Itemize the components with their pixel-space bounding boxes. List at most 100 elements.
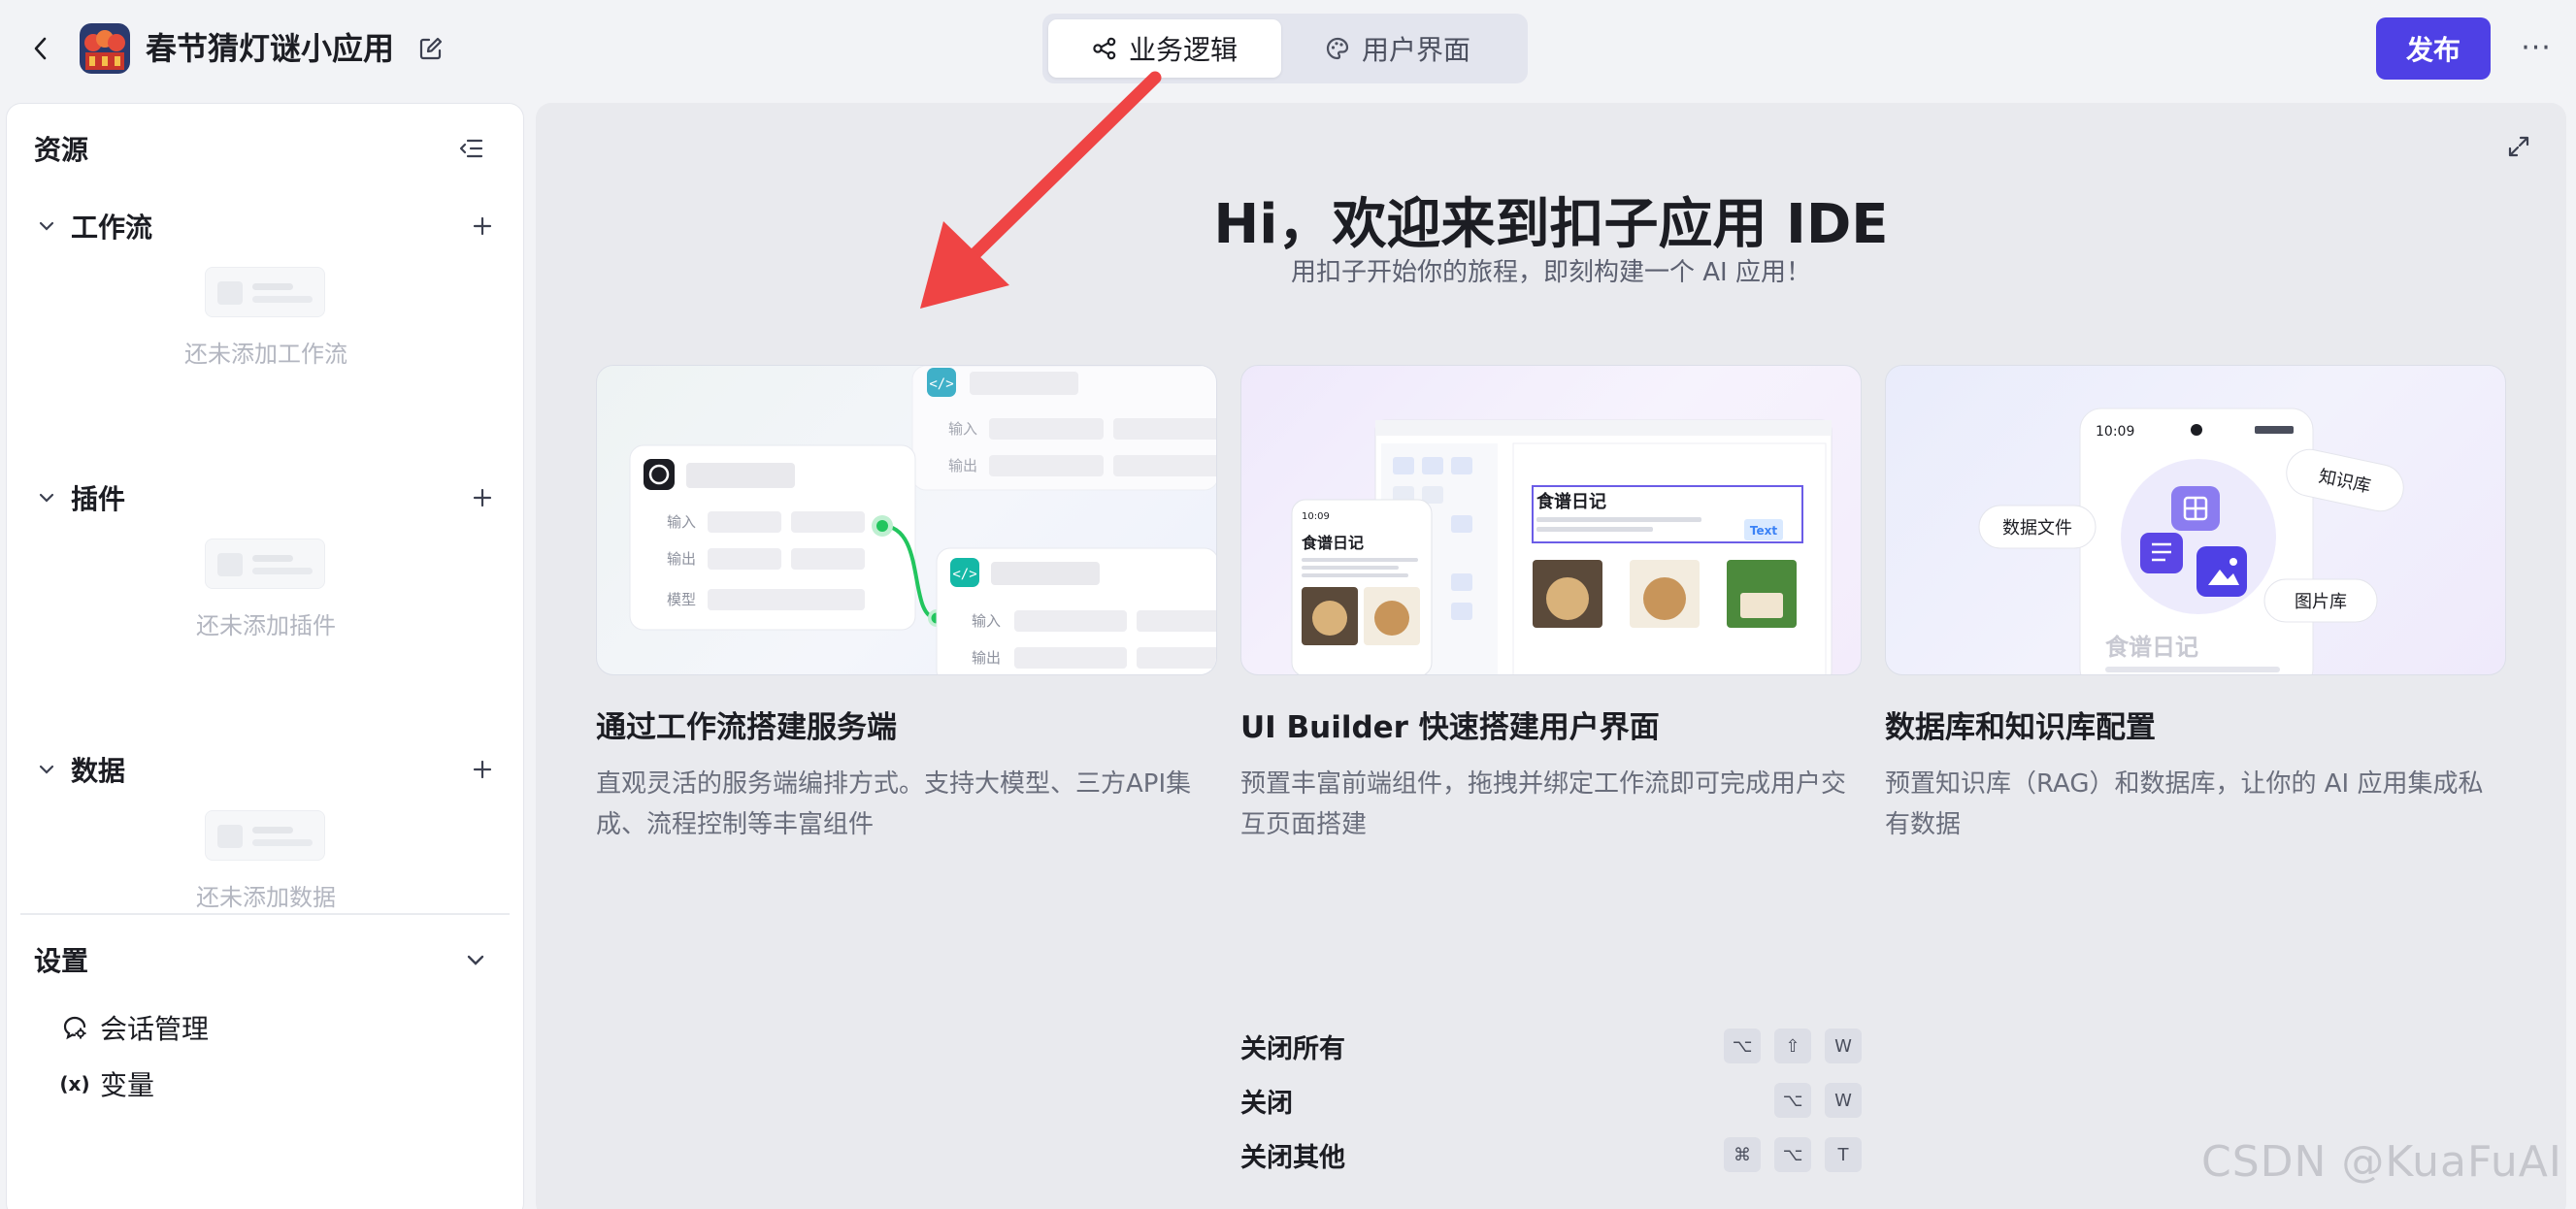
shortcut-row: 关闭所有 ⌥ ⇧ W: [1240, 1019, 1862, 1073]
back-button[interactable]: [27, 31, 54, 66]
card-description: 预置丰富前端组件，拖拽并绑定工作流即可完成用户交互页面搭建: [1240, 769, 1847, 839]
settings-item-label: 会话管理: [100, 1013, 210, 1045]
data-section: 数据 还未添加数据: [7, 750, 523, 913]
key-cap: W: [1825, 1083, 1862, 1118]
key-cap: T: [1825, 1137, 1862, 1172]
illus-text-tag: Text: [1750, 524, 1777, 538]
svg-text:</>: </>: [952, 567, 976, 582]
plus-icon: [473, 216, 492, 236]
edit-app-button[interactable]: [415, 33, 446, 64]
workflow-nodes-icon: [1093, 37, 1116, 60]
feature-card-database[interactable]: 10:09 食谱日记 数据文件 知识库 图片库 数据库和知识库配置 预置知识库（…: [1885, 365, 2506, 845]
collapse-left-icon: [459, 139, 483, 158]
keyboard-shortcuts: 关闭所有 ⌥ ⇧ W 关闭 ⌥ W 关闭其他 ⌘ ⌥ T: [1240, 1019, 1862, 1182]
card-description: 直观灵活的服务端编排方式。支持大模型、三方API集成、流程控制等丰富组件: [596, 769, 1192, 839]
plus-icon: [473, 760, 492, 779]
card-title: 数据库和知识库配置: [1885, 710, 2156, 745]
empty-placeholder-icon: [205, 539, 325, 589]
illus-phone-time-2: 10:09: [2096, 424, 2134, 440]
key-cap: ⌘: [1724, 1137, 1761, 1172]
tab-user-interface[interactable]: 用户界面: [1281, 19, 1514, 78]
plus-icon: [473, 488, 492, 507]
key-cap: ⌥: [1724, 1029, 1761, 1063]
settings-title: 设置: [34, 945, 89, 977]
variable-icon: (x): [59, 1072, 90, 1095]
illus-node2-output: 输出: [972, 649, 1001, 667]
workflow-empty-text: 还未添加工作流: [184, 341, 347, 368]
settings-header[interactable]: 设置: [34, 940, 500, 979]
add-plugin-button[interactable]: [467, 482, 498, 513]
shortcut-label: 关闭: [1240, 1088, 1293, 1119]
card-description: 预置知识库（RAG）和数据库，让你的 AI 应用集成私有数据: [1885, 769, 2484, 839]
palette-icon: [1326, 37, 1349, 60]
expand-icon: [2508, 136, 2529, 157]
data-section-title: 数据: [71, 755, 126, 787]
chevron-down-icon: [467, 955, 484, 965]
illus-phone-heading: 食谱日记: [1301, 534, 1364, 552]
plugin-section-title: 插件: [71, 483, 126, 515]
collapse-sidebar-button[interactable]: [455, 133, 486, 164]
more-options-button[interactable]: ···: [2516, 27, 2557, 68]
settings-item-variables[interactable]: (x) 变量: [59, 1064, 154, 1103]
resource-sidebar: 资源 工作流 还未添加工作流 插件 还未添加插件 数据 还未添加数据 设置 会话…: [6, 103, 524, 1209]
sidebar-divider: [20, 913, 510, 915]
edit-icon: [419, 37, 443, 60]
illus-node2-input: 输入: [972, 612, 1001, 630]
svg-text:</>: </>: [929, 376, 953, 392]
database-illustration: 10:09 食谱日记 数据文件 知识库 图片库: [1885, 365, 2506, 675]
add-data-button[interactable]: [467, 754, 498, 785]
hero-title: Hi，欢迎来到扣子应用 IDE: [1213, 193, 1889, 256]
illus-gallery: 图片库: [2295, 592, 2347, 612]
add-workflow-button[interactable]: [467, 211, 498, 242]
chevron-left-icon: [34, 37, 47, 60]
feature-card-ui-builder[interactable]: 食谱日记 Text 10:09 食谱日记 UI Builder 快速搭建用户界面…: [1240, 365, 1862, 845]
shortcut-label: 关闭其他: [1240, 1142, 1345, 1173]
fullscreen-button[interactable]: [2504, 132, 2533, 161]
empty-placeholder-icon: [205, 810, 325, 861]
tab-business-logic-label: 业务逻辑: [1128, 34, 1238, 66]
chevron-down-icon: [39, 493, 54, 503]
welcome-panel: Hi，欢迎来到扣子应用 IDE 用扣子开始你的旅程，即刻构建一个 AI 应用！ …: [536, 103, 2566, 1209]
chat-settings-icon: [61, 1014, 88, 1041]
plugin-expand-toggle[interactable]: [36, 487, 57, 508]
feature-card-workflow[interactable]: </> 输入 输出 输入 输出 模型 </> 输入 输出 通过工作流搭建服务端 …: [596, 365, 1217, 845]
illus-node-output: 输出: [667, 550, 696, 568]
ui-builder-illustration: 食谱日记 Text 10:09 食谱日记: [1240, 365, 1862, 675]
app-logo: [80, 23, 130, 74]
workflow-expand-toggle[interactable]: [36, 215, 57, 237]
key-cap: ⌥: [1774, 1083, 1811, 1118]
sidebar-title: 资源: [34, 134, 89, 166]
top-bar: 春节猜灯谜小应用 业务逻辑 用户界面 发布 ···: [0, 0, 2576, 97]
shortcut-row: 关闭 ⌥ W: [1240, 1073, 1862, 1127]
shortcut-row: 关闭其他 ⌘ ⌥ T: [1240, 1127, 1862, 1182]
plugin-empty-text: 还未添加插件: [196, 612, 336, 639]
card-title: 通过工作流搭建服务端: [596, 710, 897, 745]
key-cap: ⇧: [1774, 1029, 1811, 1063]
illus-node-model: 模型: [667, 591, 696, 608]
shortcut-label: 关闭所有: [1240, 1033, 1345, 1064]
watermark: CSDN @KuaFuAI: [2201, 1137, 2562, 1187]
workflow-section-title: 工作流: [71, 212, 153, 244]
key-cap: ⌥: [1774, 1137, 1811, 1172]
illus-phone-time: 10:09: [1302, 511, 1330, 522]
app-title: 春节猜灯谜小应用: [146, 30, 395, 67]
empty-placeholder-icon: [205, 267, 325, 317]
publish-button[interactable]: 发布: [2376, 17, 2491, 80]
settings-item-session-management[interactable]: 会话管理: [61, 1008, 209, 1047]
illus-node-input: 输入: [667, 513, 696, 531]
illus-phone-heading-2: 食谱日记: [2105, 634, 2198, 661]
workflow-illustration: </> 输入 输出 输入 输出 模型 </> 输入 输出: [596, 365, 1217, 675]
illus-output-label: 输出: [948, 457, 977, 474]
key-cap: W: [1825, 1029, 1862, 1063]
chevron-down-icon: [39, 221, 54, 231]
view-switcher: 业务逻辑 用户界面: [1042, 14, 1528, 83]
illus-data-files: 数据文件: [2002, 518, 2072, 539]
card-title: UI Builder 快速搭建用户界面: [1240, 710, 1660, 745]
tab-user-interface-label: 用户界面: [1361, 34, 1470, 66]
illus-input-label: 输入: [948, 420, 977, 438]
more-horizontal-icon: ···: [2521, 30, 2552, 65]
tab-business-logic[interactable]: 业务逻辑: [1048, 19, 1281, 78]
chevron-down-icon: [39, 765, 54, 774]
settings-collapse-toggle[interactable]: [461, 946, 490, 975]
data-expand-toggle[interactable]: [36, 759, 57, 780]
